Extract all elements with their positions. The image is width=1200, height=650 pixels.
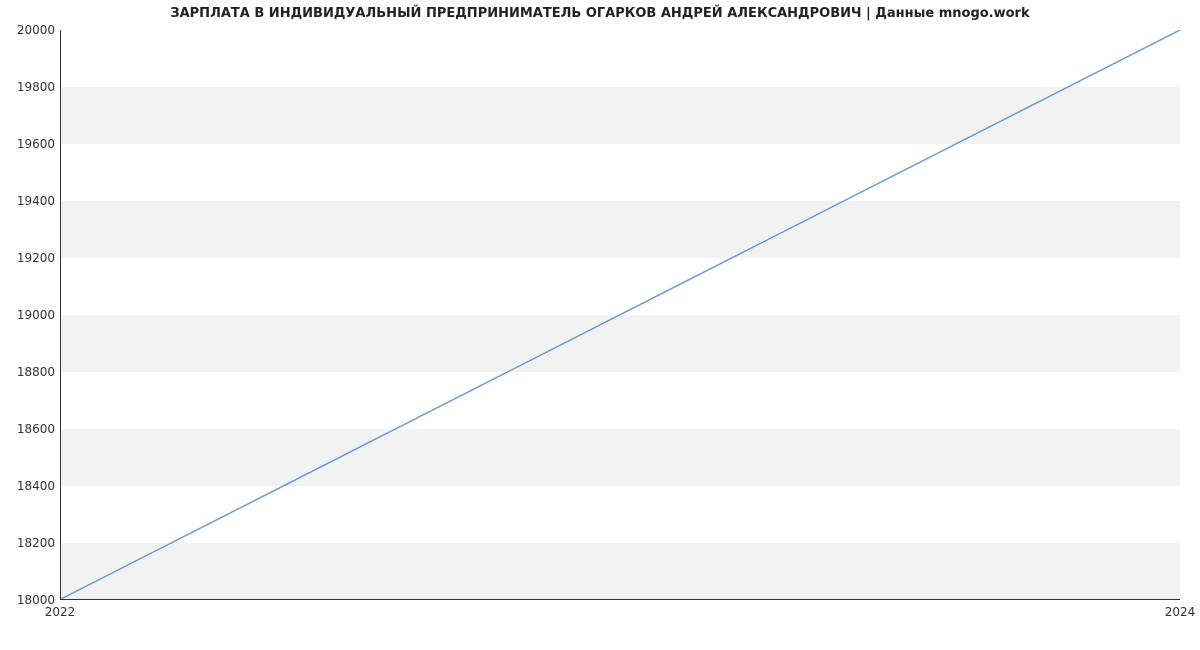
y-tick-label: 18600	[5, 422, 55, 436]
x-tick-label: 2024	[1165, 605, 1196, 619]
y-tick-label: 18200	[5, 536, 55, 550]
chart-container: ЗАРПЛАТА В ИНДИВИДУАЛЬНЫЙ ПРЕДПРИНИМАТЕЛ…	[0, 0, 1200, 650]
series-line	[61, 30, 1180, 599]
line-layer	[61, 30, 1180, 599]
plot-area	[60, 30, 1180, 600]
y-tick-label: 20000	[5, 23, 55, 37]
y-tick-label: 19800	[5, 80, 55, 94]
chart-title: ЗАРПЛАТА В ИНДИВИДУАЛЬНЫЙ ПРЕДПРИНИМАТЕЛ…	[0, 6, 1200, 21]
y-tick-label: 19600	[5, 137, 55, 151]
x-tick-label: 2022	[45, 605, 76, 619]
y-tick-label: 19200	[5, 251, 55, 265]
y-tick-label: 19000	[5, 308, 55, 322]
y-tick-label: 19400	[5, 194, 55, 208]
y-tick-label: 18800	[5, 365, 55, 379]
y-tick-label: 18400	[5, 479, 55, 493]
